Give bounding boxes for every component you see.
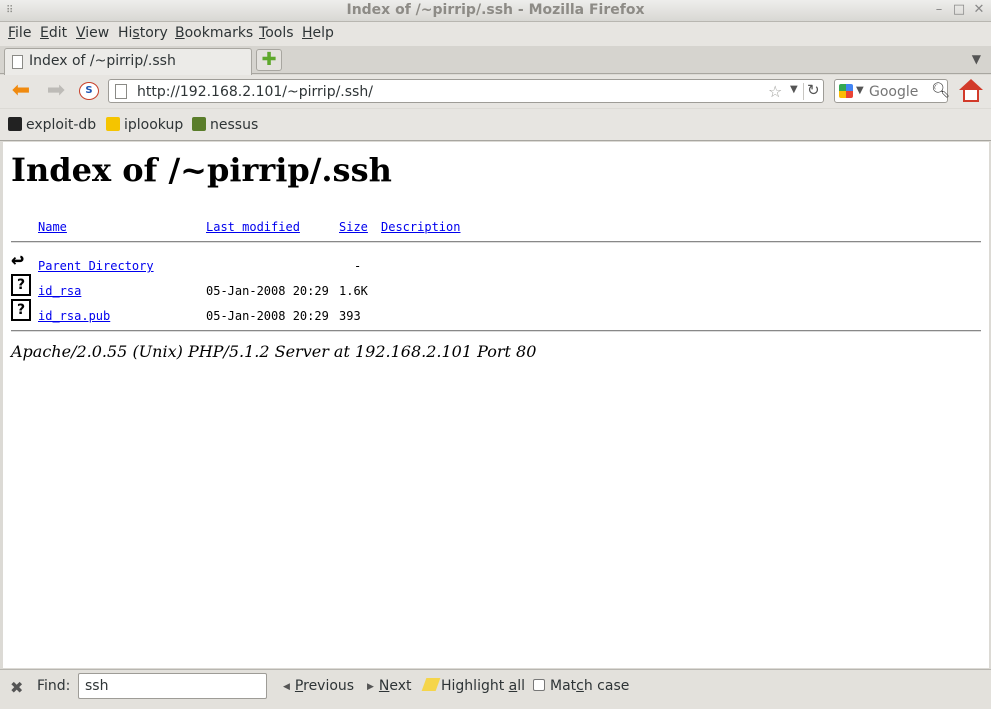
bookmark-nessus[interactable]: nessus xyxy=(192,117,258,133)
table-row: ? id_rsa 05-Jan-2008 20:29 1.6K xyxy=(11,274,981,304)
site-identity-icon[interactable] xyxy=(115,84,127,99)
file-size: 1.6K xyxy=(339,284,368,298)
triangle-left-icon: ◀ xyxy=(283,682,290,692)
file-link[interactable]: id_rsa xyxy=(38,284,81,298)
find-previous-button[interactable]: ◀ Previous xyxy=(283,678,354,694)
highlighter-icon xyxy=(421,678,441,691)
iplookup-icon xyxy=(106,117,120,131)
menu-file[interactable]: File xyxy=(8,25,31,41)
file-modified: 05-Jan-2008 20:29 xyxy=(206,284,329,298)
menu-help[interactable]: Help xyxy=(302,25,334,41)
parent-directory-link[interactable]: Parent Directory xyxy=(38,259,154,273)
checkbox-icon[interactable] xyxy=(533,679,545,691)
menubar: File Edit View History Bookmarks Tools H… xyxy=(0,22,991,46)
minimize-icon[interactable]: – xyxy=(932,3,946,17)
window-titlebar: ⠿ Index of /~pirrip/.ssh - Mozilla Firef… xyxy=(0,0,991,22)
addon-s-icon[interactable]: S xyxy=(79,82,99,100)
menu-history[interactable]: History xyxy=(118,25,168,41)
google-icon[interactable] xyxy=(839,84,853,98)
file-size: - xyxy=(354,259,362,273)
search-box[interactable]: ▼ 🔍︎ xyxy=(834,79,950,103)
file-modified: 05-Jan-2008 20:29 xyxy=(206,309,329,323)
bookmarks-toolbar: exploit-db iplookup nessus xyxy=(0,109,991,141)
sort-by-modified-link[interactable]: Last modified xyxy=(206,220,300,234)
sort-by-size-link[interactable]: Size xyxy=(339,220,368,234)
menu-view[interactable]: View xyxy=(76,25,109,41)
parent-directory-icon: ↩ xyxy=(11,248,25,273)
new-tab-button[interactable]: ✚ xyxy=(256,49,282,71)
divider xyxy=(11,241,981,243)
unknown-file-icon: ? xyxy=(11,299,31,321)
maximize-icon[interactable]: □ xyxy=(952,3,966,17)
unknown-file-icon: ? xyxy=(11,274,31,296)
find-bar: ✖ Find: ◀Previous ▶Next Highlight all Ma… xyxy=(0,669,991,709)
find-label: Find: xyxy=(37,678,71,694)
url-history-chevron-down-icon[interactable]: ▼ xyxy=(790,84,798,95)
table-row: ↩ Parent Directory - xyxy=(11,250,981,279)
url-bar[interactable]: ☆ ▼ ↻ xyxy=(108,79,824,103)
bookmark-iplookup[interactable]: iplookup xyxy=(106,117,183,133)
plus-icon: ✚ xyxy=(261,49,277,70)
home-icon-body xyxy=(963,90,979,102)
listing-header-row: Name Last modified Size Description xyxy=(11,220,981,240)
exploit-db-icon xyxy=(8,117,22,131)
forward-arrow-icon[interactable]: ➡ xyxy=(43,80,69,104)
find-next-button[interactable]: ▶ Next xyxy=(367,678,412,694)
tab-label: Index of /~pirrip/.ssh xyxy=(29,53,176,69)
navigation-toolbar: ⬅ ➡ S ☆ ▼ ↻ ▼ 🔍︎ xyxy=(0,75,991,108)
menu-tools[interactable]: Tools xyxy=(259,25,294,41)
server-signature: Apache/2.0.55 (Unix) PHP/5.1.2 Server at… xyxy=(11,342,537,361)
window-title: Index of /~pirrip/.ssh - Mozilla Firefox xyxy=(346,2,645,18)
table-row: ? id_rsa.pub 05-Jan-2008 20:29 393 xyxy=(11,299,981,329)
home-button[interactable] xyxy=(958,79,984,103)
back-arrow-icon[interactable]: ⬅ xyxy=(8,80,34,104)
divider xyxy=(11,330,981,332)
tab-list-chevron-down-icon[interactable]: ▼ xyxy=(972,52,981,66)
menu-bookmarks[interactable]: Bookmarks xyxy=(175,25,253,41)
close-find-bar-icon[interactable]: ✖ xyxy=(10,678,23,697)
sort-by-name-link[interactable]: Name xyxy=(38,220,67,234)
reload-icon[interactable]: ↻ xyxy=(807,81,820,99)
page-heading: Index of /~pirrip/.ssh xyxy=(11,151,392,189)
search-input[interactable] xyxy=(869,83,927,100)
bookmark-exploit-db[interactable]: exploit-db xyxy=(8,117,96,133)
triangle-right-icon: ▶ xyxy=(367,682,374,692)
menu-edit[interactable]: Edit xyxy=(40,25,67,41)
search-icon[interactable]: 🔍︎ xyxy=(931,81,950,99)
home-icon xyxy=(959,79,983,90)
page-icon xyxy=(12,55,23,69)
close-window-icon[interactable]: ✕ xyxy=(972,3,986,17)
file-link[interactable]: id_rsa.pub xyxy=(38,309,110,323)
nessus-icon xyxy=(192,117,206,131)
file-size: 393 xyxy=(339,309,361,323)
tab-active[interactable]: Index of /~pirrip/.ssh xyxy=(4,48,252,75)
page-content: Index of /~pirrip/.ssh Name Last modifie… xyxy=(3,142,989,668)
match-case-checkbox[interactable]: Match case xyxy=(533,678,629,694)
url-input[interactable] xyxy=(137,83,757,100)
url-separator xyxy=(803,83,804,100)
find-input[interactable] xyxy=(78,673,267,699)
sort-by-description-link[interactable]: Description xyxy=(381,220,460,234)
highlight-all-button[interactable]: Highlight all xyxy=(421,678,525,694)
bookmark-star-icon[interactable]: ☆ xyxy=(768,82,782,101)
tabbar: Index of /~pirrip/.ssh ✚ ▼ xyxy=(0,46,991,75)
search-engine-chevron-down-icon[interactable]: ▼ xyxy=(856,85,864,96)
